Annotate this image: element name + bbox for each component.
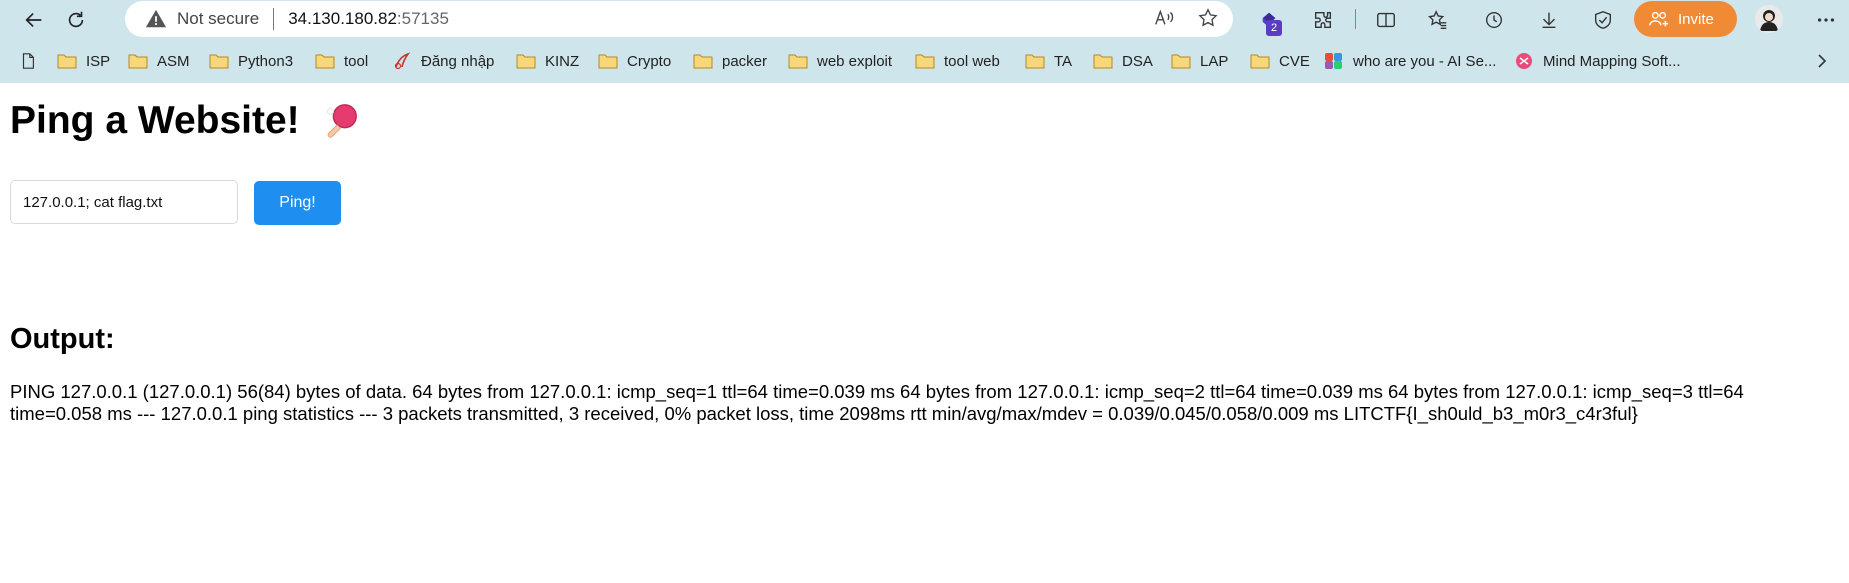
- download-icon: [1542, 12, 1556, 29]
- history-button[interactable]: [1476, 4, 1512, 36]
- address-bar[interactable]: Not secure 34.130.180.82:57135: [125, 1, 1233, 37]
- output-heading: Output:: [10, 323, 115, 355]
- bookmark-label: Đăng nhập: [421, 52, 495, 70]
- folder-icon: [128, 54, 148, 69]
- back-arrow-icon: [25, 12, 42, 28]
- bookmark-label: Mind Mapping Soft...: [1543, 52, 1681, 70]
- split-screen-icon: [1377, 12, 1395, 28]
- puzzle-icon: [1314, 11, 1332, 29]
- extension-badge: 2: [1266, 20, 1282, 36]
- bookmark-web-exploit[interactable]: web exploit: [788, 45, 892, 77]
- page-bookmark-icon[interactable]: [18, 45, 38, 77]
- bookmark-label: Crypto: [627, 52, 672, 70]
- bookmark-tool-web[interactable]: tool web: [915, 45, 1000, 77]
- favorites-button[interactable]: [1420, 4, 1456, 36]
- folder-icon: [788, 54, 808, 69]
- bookmark-label: DSA: [1122, 52, 1153, 70]
- browser-essentials-icon: [1594, 11, 1612, 29]
- url-port: :57135: [396, 9, 449, 28]
- folder-icon: [1025, 54, 1045, 69]
- favorites-icon: [1428, 10, 1447, 29]
- bookmark-label: tool: [344, 52, 369, 70]
- more-dots-icon: [1817, 18, 1835, 22]
- favorite-star-icon[interactable]: [1197, 7, 1219, 29]
- downloads-button[interactable]: [1531, 4, 1567, 36]
- bookmark-dsa[interactable]: DSA: [1093, 45, 1153, 77]
- bookmark-label: TA: [1054, 52, 1073, 70]
- bookmark-label: web exploit: [817, 52, 893, 70]
- bookmark-label: tool web: [944, 52, 1000, 70]
- bookmark-lap[interactable]: LAP: [1171, 45, 1228, 77]
- read-aloud-icon[interactable]: [1153, 7, 1175, 29]
- bookmark-label: ISP: [86, 52, 111, 70]
- folder-icon: [516, 54, 536, 69]
- bookmark-who-are-you[interactable]: who are you - AI Se...: [1324, 45, 1496, 77]
- folder-icon: [1171, 54, 1191, 69]
- folder-icon: [915, 54, 935, 69]
- bookmark-ta[interactable]: TA: [1025, 45, 1072, 77]
- ping-pong-paddle-icon: [326, 104, 357, 138]
- invite-label: Invite: [1678, 10, 1714, 28]
- folder-icon: [693, 54, 713, 69]
- toolbar-divider: [1355, 9, 1356, 29]
- bookmark-asm[interactable]: ASM: [128, 45, 190, 77]
- bookmark-label: Python3: [238, 52, 294, 70]
- bookmark-label: KINZ: [545, 52, 580, 70]
- bookmark-label: who are you - AI Se...: [1353, 52, 1497, 70]
- mindmap-icon: [1516, 53, 1532, 69]
- folder-icon: [598, 54, 618, 69]
- bookmark-tool[interactable]: tool: [315, 45, 368, 77]
- bookmarks-overflow-button[interactable]: [1812, 45, 1841, 77]
- bookmark-isp[interactable]: ISP: [57, 45, 110, 77]
- extensions-button[interactable]: [1305, 4, 1341, 36]
- bookmark-label: ASM: [157, 52, 190, 70]
- bookmark-dang-nhap[interactable]: Đăng nhập: [392, 45, 494, 77]
- invite-button[interactable]: Invite: [1634, 1, 1737, 37]
- warning-icon[interactable]: [145, 8, 167, 30]
- address-actions: [1153, 7, 1219, 29]
- chevron-right-icon: [1818, 54, 1827, 68]
- bookmark-mind-mapping[interactable]: Mind Mapping Soft...: [1514, 45, 1681, 77]
- ping-button[interactable]: Ping!: [254, 181, 341, 225]
- reload-icon: [68, 11, 84, 28]
- page-title-text: Ping a Website!: [10, 99, 300, 142]
- page-title: Ping a Website!: [10, 99, 360, 143]
- bookmark-label: packer: [722, 52, 768, 70]
- bookmarks-bar: ISP ASM Python3 tool Đăng nhập KINZ Cryp…: [0, 45, 1849, 77]
- site-icon: [394, 52, 411, 70]
- bookmark-label: CVE: [1279, 52, 1310, 70]
- history-icon: [1485, 11, 1503, 29]
- security-label[interactable]: Not secure: [177, 9, 259, 29]
- folder-icon: [1250, 54, 1270, 69]
- bookmark-python3[interactable]: Python3: [209, 45, 293, 77]
- reload-button[interactable]: [58, 4, 94, 36]
- address-divider: [273, 8, 275, 30]
- folder-icon: [57, 54, 77, 69]
- bookmark-crypto[interactable]: Crypto: [598, 45, 671, 77]
- ai-app-icon: [1325, 53, 1342, 69]
- browser-chrome: Not secure 34.130.180.82:57135 2 Invite…: [0, 0, 1849, 83]
- people-add-icon: [1649, 11, 1669, 27]
- url-host: 34.130.180.82: [288, 9, 397, 28]
- folder-icon: [1093, 54, 1113, 69]
- output-text: PING 127.0.0.1 (127.0.0.1) 56(84) bytes …: [10, 381, 1744, 424]
- browser-toolbar: Not secure 34.130.180.82:57135 2 Invite: [0, 0, 1849, 38]
- performance-button[interactable]: [1585, 4, 1621, 36]
- bookmark-label: LAP: [1200, 52, 1229, 70]
- more-menu-button[interactable]: [1808, 4, 1844, 36]
- profile-avatar[interactable]: [1755, 5, 1783, 33]
- bookmark-packer[interactable]: packer: [693, 45, 767, 77]
- page-content: Ping a Website! Ping! Output: PING 127.0…: [0, 83, 1849, 583]
- back-button[interactable]: [16, 4, 52, 36]
- folder-icon: [315, 54, 335, 69]
- host-input[interactable]: [10, 180, 238, 224]
- split-screen-button[interactable]: [1368, 4, 1404, 36]
- folder-icon: [209, 54, 229, 69]
- bookmark-kinz[interactable]: KINZ: [516, 45, 579, 77]
- bookmark-cve[interactable]: CVE: [1250, 45, 1310, 77]
